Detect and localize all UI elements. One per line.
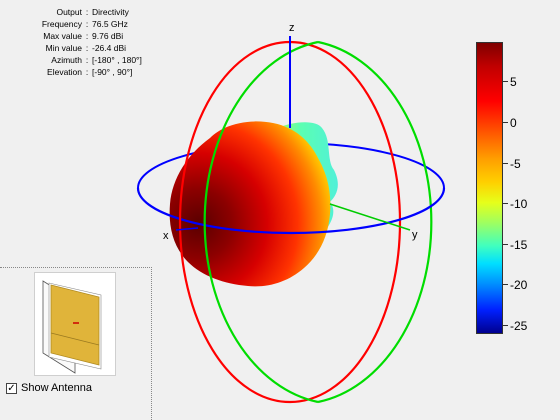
- colorbar-tick-label: -20: [510, 278, 528, 292]
- main-lobe: [169, 121, 331, 287]
- colorbar-tick-label: 5: [510, 75, 517, 89]
- colorbar-tick: [503, 122, 508, 123]
- antenna-preview: [34, 272, 116, 376]
- colorbar-tick: [503, 325, 508, 326]
- colorbar-tick-label: -25: [510, 319, 528, 333]
- colorbar-tick: [503, 284, 508, 285]
- show-antenna-toggle[interactable]: ✓ Show Antenna: [6, 382, 92, 394]
- colorbar-gradient: [476, 42, 503, 334]
- x-axis-label: x: [163, 230, 169, 242]
- colorbar: 5 0 -5 -10 -15 -20 -25: [476, 42, 560, 334]
- colorbar-tick: [503, 163, 508, 164]
- y-axis-label: y: [412, 229, 418, 241]
- colorbar-tick-label: 0: [510, 116, 517, 130]
- patch-antenna-icon: [42, 280, 102, 374]
- colorbar-tick: [503, 203, 508, 204]
- colorbar-tick-label: -15: [510, 238, 528, 252]
- show-antenna-label: Show Antenna: [21, 382, 92, 394]
- colorbar-tick: [503, 244, 508, 245]
- z-axis-label: z: [289, 22, 295, 34]
- elevation-ring-green-back: [317, 40, 433, 404]
- show-antenna-checkbox[interactable]: ✓: [6, 382, 17, 394]
- colorbar-tick: [503, 81, 508, 82]
- colorbar-tick-label: -5: [510, 157, 521, 171]
- colorbar-tick-label: -10: [510, 197, 528, 211]
